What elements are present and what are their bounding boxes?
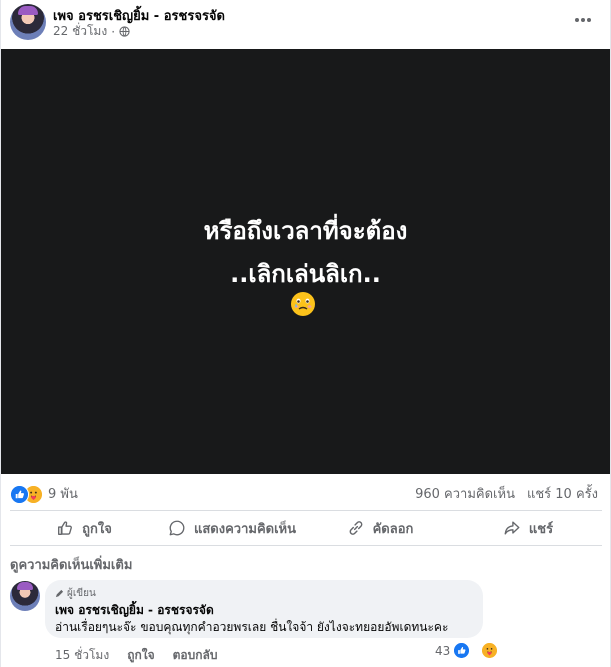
- comment-button[interactable]: แสดงความคิดเห็น: [158, 511, 306, 545]
- like-reaction-icon: [453, 642, 471, 659]
- comment-reactions[interactable]: 43: [435, 642, 499, 659]
- post-actions: ถูกใจ แสดงความคิดเห็น คัดลอก แชร์: [10, 510, 602, 546]
- comment-reply-link[interactable]: ตอบกลับ: [173, 646, 218, 665]
- author-badge-label: ผู้เขียน: [67, 588, 96, 599]
- like-icon: [58, 521, 73, 535]
- post-meta: 22 ชั่วโมง ·: [53, 22, 130, 41]
- link-icon: [349, 521, 362, 535]
- post-stats: 9 พัน 960 ความคิดเห็น แชร์ 10 ครั้ง: [1, 474, 610, 510]
- globe-icon: [119, 26, 130, 37]
- comment-text: อ่านเรื่อยๆนะจ๊ะ ขอบคุณทุกคำอวยพรเลย ชื่…: [55, 620, 449, 634]
- view-more-comments-link[interactable]: ดูความคิดเห็นเพิ่มเติม: [10, 554, 132, 575]
- share-count[interactable]: แชร์ 10 ครั้ง: [527, 483, 598, 504]
- post-header: เพจ อรชรเชิญยิ้ม - อรชรจรจัด 22 ชั่วโมง …: [1, 0, 610, 49]
- comment-button-label: แสดงความคิดเห็น: [193, 521, 296, 537]
- post-time[interactable]: 22 ชั่วโมง: [53, 22, 107, 41]
- stats-right: 960 ความคิดเห็น แชร์ 10 ครั้ง: [415, 483, 598, 504]
- comment-icon: [169, 520, 185, 536]
- comment-footer: 15 ชั่วโมง ถูกใจ ตอบกลับ: [55, 646, 217, 665]
- image-text-line2: ..เลิกเล่นลิเก..: [230, 260, 381, 288]
- like-button-label: ถูกใจ: [82, 521, 112, 537]
- copy-link-button[interactable]: คัดลอก: [306, 511, 454, 545]
- post-image[interactable]: หรือถึงเวลาที่จะต้อง ..เลิกเล่นลิเก..: [1, 49, 610, 474]
- more-options-button[interactable]: [567, 8, 599, 32]
- share-button[interactable]: แชร์: [454, 511, 602, 545]
- reaction-count: 9 พัน: [48, 487, 78, 502]
- image-text-line1: หรือถึงเวลาที่จะต้อง: [203, 217, 408, 245]
- reaction-summary[interactable]: 9 พัน: [10, 483, 78, 504]
- author-badge: ผู้เขียน: [55, 586, 96, 601]
- like-button[interactable]: ถูกใจ: [10, 511, 158, 545]
- post-card: เพจ อรชรเชิญยิ้ม - อรชรจรจัด 22 ชั่วโมง …: [0, 0, 611, 667]
- like-reaction-icon: [10, 484, 29, 504]
- comment-avatar[interactable]: [10, 581, 40, 611]
- more-horizontal-icon: [575, 18, 591, 22]
- copy-link-label: คัดลอก: [372, 521, 414, 537]
- page-avatar[interactable]: [10, 4, 46, 40]
- comment-time[interactable]: 15 ชั่วโมง: [55, 646, 109, 665]
- comment-count[interactable]: 960 ความคิดเห็น: [415, 483, 515, 504]
- pencil-icon: [55, 589, 64, 598]
- care-reaction-icon: [481, 642, 499, 659]
- comment-bubble: ผู้เขียน เพจ อรชรเชิญยิ้ม - อรชรจรจัด อ่…: [45, 580, 483, 638]
- comment-like-link[interactable]: ถูกใจ: [127, 646, 154, 665]
- comment-reaction-count: 43: [435, 643, 451, 658]
- share-icon: [504, 521, 520, 535]
- face-holding-back-tears-emoji: [291, 292, 315, 316]
- share-button-label: แชร์: [528, 521, 554, 537]
